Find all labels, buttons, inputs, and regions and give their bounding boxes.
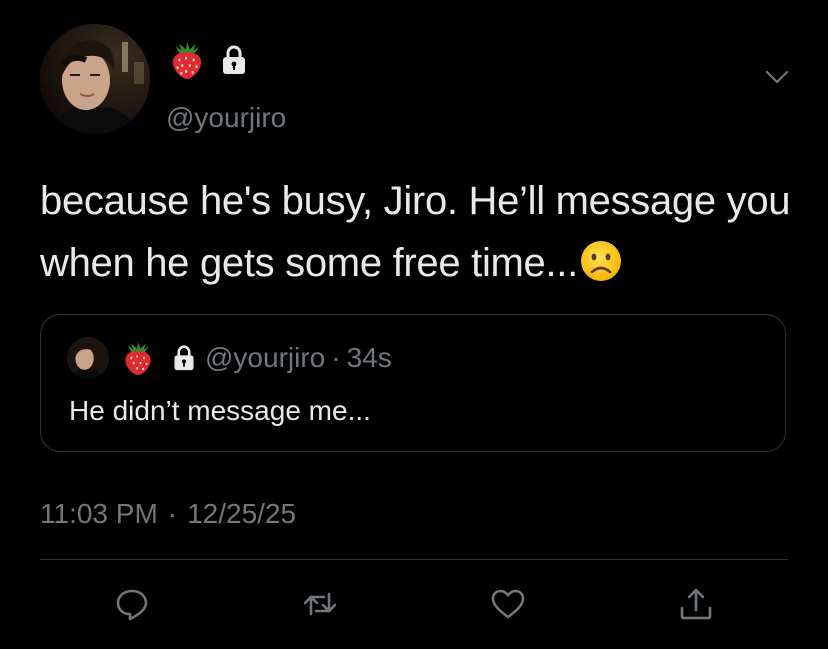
- quoted-tweet-header: @yourjiro · 34s: [67, 337, 392, 379]
- timestamp-time: 11:03 PM: [40, 498, 158, 529]
- quoted-separator: ·: [331, 342, 341, 373]
- action-bar: [0, 582, 828, 628]
- timestamp-date: 12/25/25: [187, 498, 297, 529]
- name-row: [168, 38, 246, 82]
- divider: [40, 559, 788, 560]
- quoted-tweet[interactable]: @yourjiro · 34s He didn’t message me...: [40, 314, 786, 452]
- strawberry-emoji-icon: [125, 341, 151, 375]
- reply-button[interactable]: [110, 582, 154, 626]
- tweet-text: because he's busy, Jiro. He’ll message y…: [40, 170, 800, 294]
- quoted-avatar: [67, 337, 109, 379]
- strawberry-emoji-icon: [172, 41, 202, 79]
- like-icon: [491, 589, 525, 619]
- quoted-handle[interactable]: @yourjiro: [205, 342, 325, 374]
- chevron-down-icon[interactable]: [764, 64, 790, 90]
- tweet-text-body: because he's busy, Jiro. He’ll message y…: [40, 179, 791, 285]
- author-handle[interactable]: @yourjiro: [166, 104, 286, 132]
- share-button[interactable]: [674, 582, 718, 626]
- frowning-face-emoji-icon: [580, 241, 621, 281]
- quoted-time[interactable]: 34s: [347, 342, 392, 374]
- quoted-text: He didn’t message me...: [69, 395, 371, 426]
- like-button[interactable]: [486, 582, 530, 626]
- lock-icon: [223, 45, 245, 74]
- timestamp-separator: ·: [167, 498, 178, 529]
- tweet-timestamp[interactable]: 11:03 PM · 12/25/25: [40, 498, 296, 530]
- tweet-header: @yourjiro: [40, 24, 790, 136]
- avatar[interactable]: [40, 24, 150, 134]
- lock-icon: [174, 345, 194, 371]
- share-icon: [680, 588, 712, 620]
- retweet-button[interactable]: [298, 582, 342, 626]
- retweet-icon: [303, 592, 337, 616]
- reply-icon: [116, 589, 148, 621]
